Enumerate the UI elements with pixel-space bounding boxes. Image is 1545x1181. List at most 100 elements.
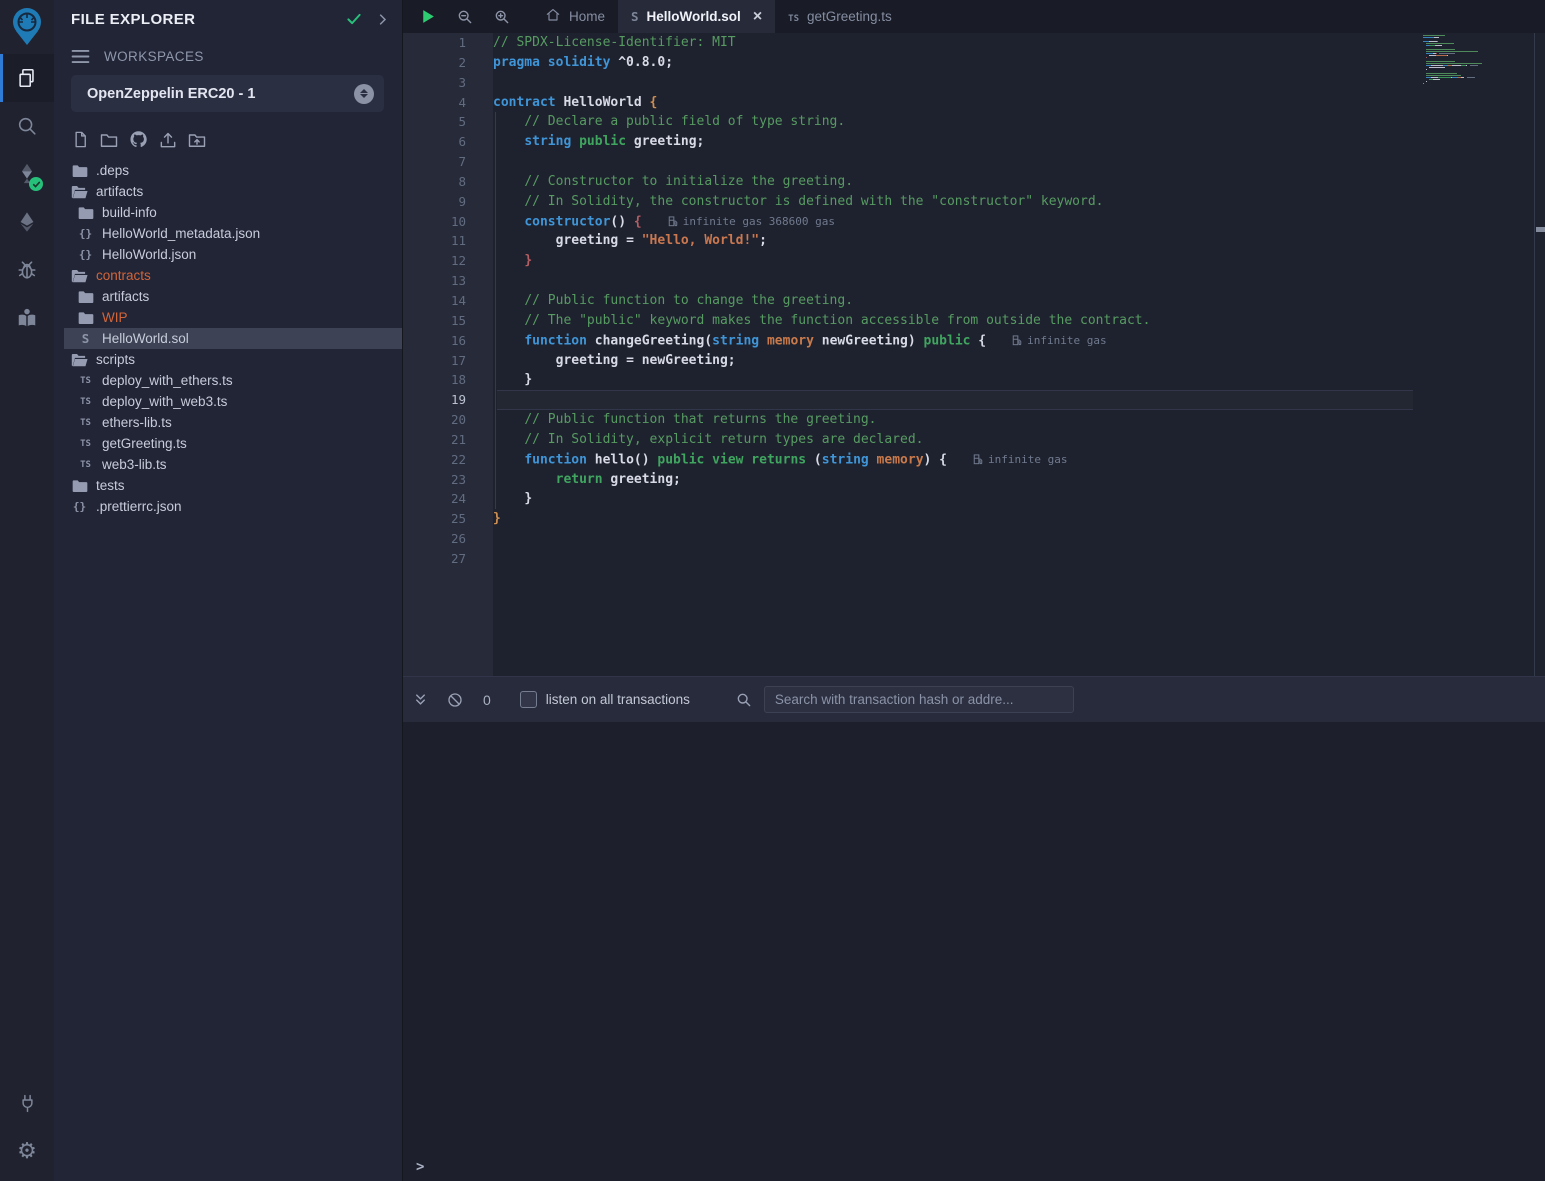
open-folder-icon[interactable] [187, 130, 207, 150]
line-number[interactable]: 1 [403, 33, 493, 53]
tree-item-deploy-with-web3-ts[interactable]: TSdeploy_with_web3.ts [64, 391, 402, 412]
tree-item-deploy-with-ethers-ts[interactable]: TSdeploy_with_ethers.ts [64, 370, 402, 391]
line-number[interactable]: 3 [403, 73, 493, 93]
code-line[interactable]: // SPDX-License-Identifier: MIT [493, 33, 1545, 53]
deploy-run-icon[interactable] [0, 198, 54, 246]
line-number[interactable]: 18 [403, 370, 493, 390]
line-number[interactable]: 20 [403, 410, 493, 430]
plugin-manager-icon[interactable] [0, 1079, 54, 1127]
tree-item-wip[interactable]: WIP [64, 307, 402, 328]
code-line[interactable]: // Declare a public field of type string… [493, 112, 1545, 132]
zoom-out-icon[interactable] [457, 9, 473, 25]
tab-helloworld-sol[interactable]: SHelloWorld.sol× [618, 0, 775, 33]
code-line[interactable]: return greeting; [493, 470, 1545, 490]
workspace-select[interactable]: OpenZeppelin ERC20 - 1 [71, 75, 384, 112]
line-number[interactable]: 14 [403, 291, 493, 311]
line-number[interactable]: 22 [403, 450, 493, 470]
code-line[interactable]: // Public function that returns the gree… [493, 410, 1545, 430]
line-number[interactable]: 7 [403, 152, 493, 172]
terminal-output[interactable]: > [403, 722, 1545, 1181]
line-number[interactable]: 2 [403, 53, 493, 73]
line-number[interactable]: 12 [403, 251, 493, 271]
listen-transactions-checkbox[interactable] [520, 691, 537, 708]
debugger-icon[interactable] [0, 246, 54, 294]
tree-item-artifacts[interactable]: artifacts [64, 286, 402, 307]
hamburger-menu-icon[interactable] [71, 49, 90, 64]
line-number[interactable]: 11 [403, 231, 493, 251]
code-line[interactable]: function changeGreeting(string memory ne… [493, 331, 1545, 351]
new-file-icon[interactable] [71, 130, 90, 149]
close-tab-icon[interactable]: × [753, 9, 762, 25]
settings-icon[interactable]: ⚙ [0, 1127, 54, 1175]
code-line[interactable]: constructor() {infinite gas 368600 gas [493, 212, 1545, 232]
tree-item-build-info[interactable]: build-info [64, 202, 402, 223]
code-line[interactable]: function hello() public view returns (st… [493, 450, 1545, 470]
tree-item-tests[interactable]: tests [64, 475, 402, 496]
zoom-in-icon[interactable] [494, 9, 510, 25]
line-number[interactable]: 26 [403, 529, 493, 549]
tree-item-helloworld-sol[interactable]: SHelloWorld.sol [64, 328, 402, 349]
tree-item--prettierrc-json[interactable]: {}.prettierrc.json [64, 496, 402, 517]
tree-item-artifacts[interactable]: artifacts [64, 181, 402, 202]
listen-transactions-label[interactable]: listen on all transactions [546, 692, 690, 707]
tree-item--deps[interactable]: .deps [64, 160, 402, 181]
line-number[interactable]: 24 [403, 489, 493, 509]
solidity-compiler-icon[interactable] [0, 150, 54, 198]
line-number[interactable]: 5 [403, 112, 493, 132]
tree-item-ethers-lib-ts[interactable]: TSethers-lib.ts [64, 412, 402, 433]
run-script-button[interactable] [419, 8, 436, 25]
line-number[interactable]: 25 [403, 509, 493, 529]
tree-item-web3-lib-ts[interactable]: TSweb3-lib.ts [64, 454, 402, 475]
line-number[interactable]: 15 [403, 311, 493, 331]
chevron-right-icon[interactable] [375, 12, 390, 27]
code-line[interactable]: } [493, 370, 1545, 390]
line-number[interactable]: 27 [403, 549, 493, 569]
code-line[interactable] [493, 152, 1545, 172]
line-number[interactable]: 17 [403, 351, 493, 371]
code-line[interactable]: } [493, 509, 1545, 529]
terminal-collapse-icon[interactable] [413, 692, 428, 707]
tree-item-helloworld-json[interactable]: {}HelloWorld.json [64, 244, 402, 265]
code-line[interactable] [493, 73, 1545, 93]
line-number[interactable]: 8 [403, 172, 493, 192]
code-line[interactable]: // In Solidity, explicit return types ar… [493, 430, 1545, 450]
code-line[interactable]: // In Solidity, the constructor is defin… [493, 192, 1545, 212]
code-line[interactable]: // Constructor to initialize the greetin… [493, 172, 1545, 192]
clone-github-icon[interactable] [128, 129, 149, 150]
code-line[interactable]: string public greeting; [493, 132, 1545, 152]
tab-home[interactable]: Home [532, 0, 618, 33]
code-line[interactable]: greeting = newGreeting; [493, 351, 1545, 371]
code-line[interactable]: contract HelloWorld { [493, 93, 1545, 113]
line-number[interactable]: 19 [403, 390, 493, 410]
code-line[interactable] [493, 271, 1545, 291]
line-number[interactable]: 4 [403, 93, 493, 113]
publish-gist-icon[interactable] [158, 130, 178, 150]
code-line[interactable]: } [493, 489, 1545, 509]
code-line[interactable] [493, 529, 1545, 549]
tree-item-helloworld-metadata-json[interactable]: {}HelloWorld_metadata.json [64, 223, 402, 244]
search-icon[interactable] [0, 102, 54, 150]
line-number[interactable]: 6 [403, 132, 493, 152]
line-number[interactable]: 10 [403, 212, 493, 232]
line-number[interactable]: 9 [403, 192, 493, 212]
code-line[interactable]: // The "public" keyword makes the functi… [493, 311, 1545, 331]
code-line[interactable] [493, 390, 1545, 410]
line-number[interactable]: 13 [403, 271, 493, 291]
tab-getgreeting-ts[interactable]: TSgetGreeting.ts [775, 0, 905, 33]
code-line[interactable]: pragma solidity ^0.8.0; [493, 53, 1545, 73]
new-folder-icon[interactable] [99, 130, 119, 150]
remix-logo-icon[interactable] [0, 0, 54, 54]
file-explorer-icon[interactable] [0, 54, 54, 102]
learneth-icon[interactable] [0, 294, 54, 342]
code-line[interactable] [493, 549, 1545, 569]
terminal-clear-icon[interactable] [447, 692, 463, 708]
tree-item-scripts[interactable]: scripts [64, 349, 402, 370]
line-number[interactable]: 23 [403, 470, 493, 490]
line-number[interactable]: 21 [403, 430, 493, 450]
code-line[interactable]: } [493, 251, 1545, 271]
tree-item-contracts[interactable]: contracts [64, 265, 402, 286]
transaction-search-input[interactable] [764, 686, 1074, 713]
line-number[interactable]: 16 [403, 331, 493, 351]
code-line[interactable]: greeting = "Hello, World!"; [493, 231, 1545, 251]
tree-item-getgreeting-ts[interactable]: TSgetGreeting.ts [64, 433, 402, 454]
